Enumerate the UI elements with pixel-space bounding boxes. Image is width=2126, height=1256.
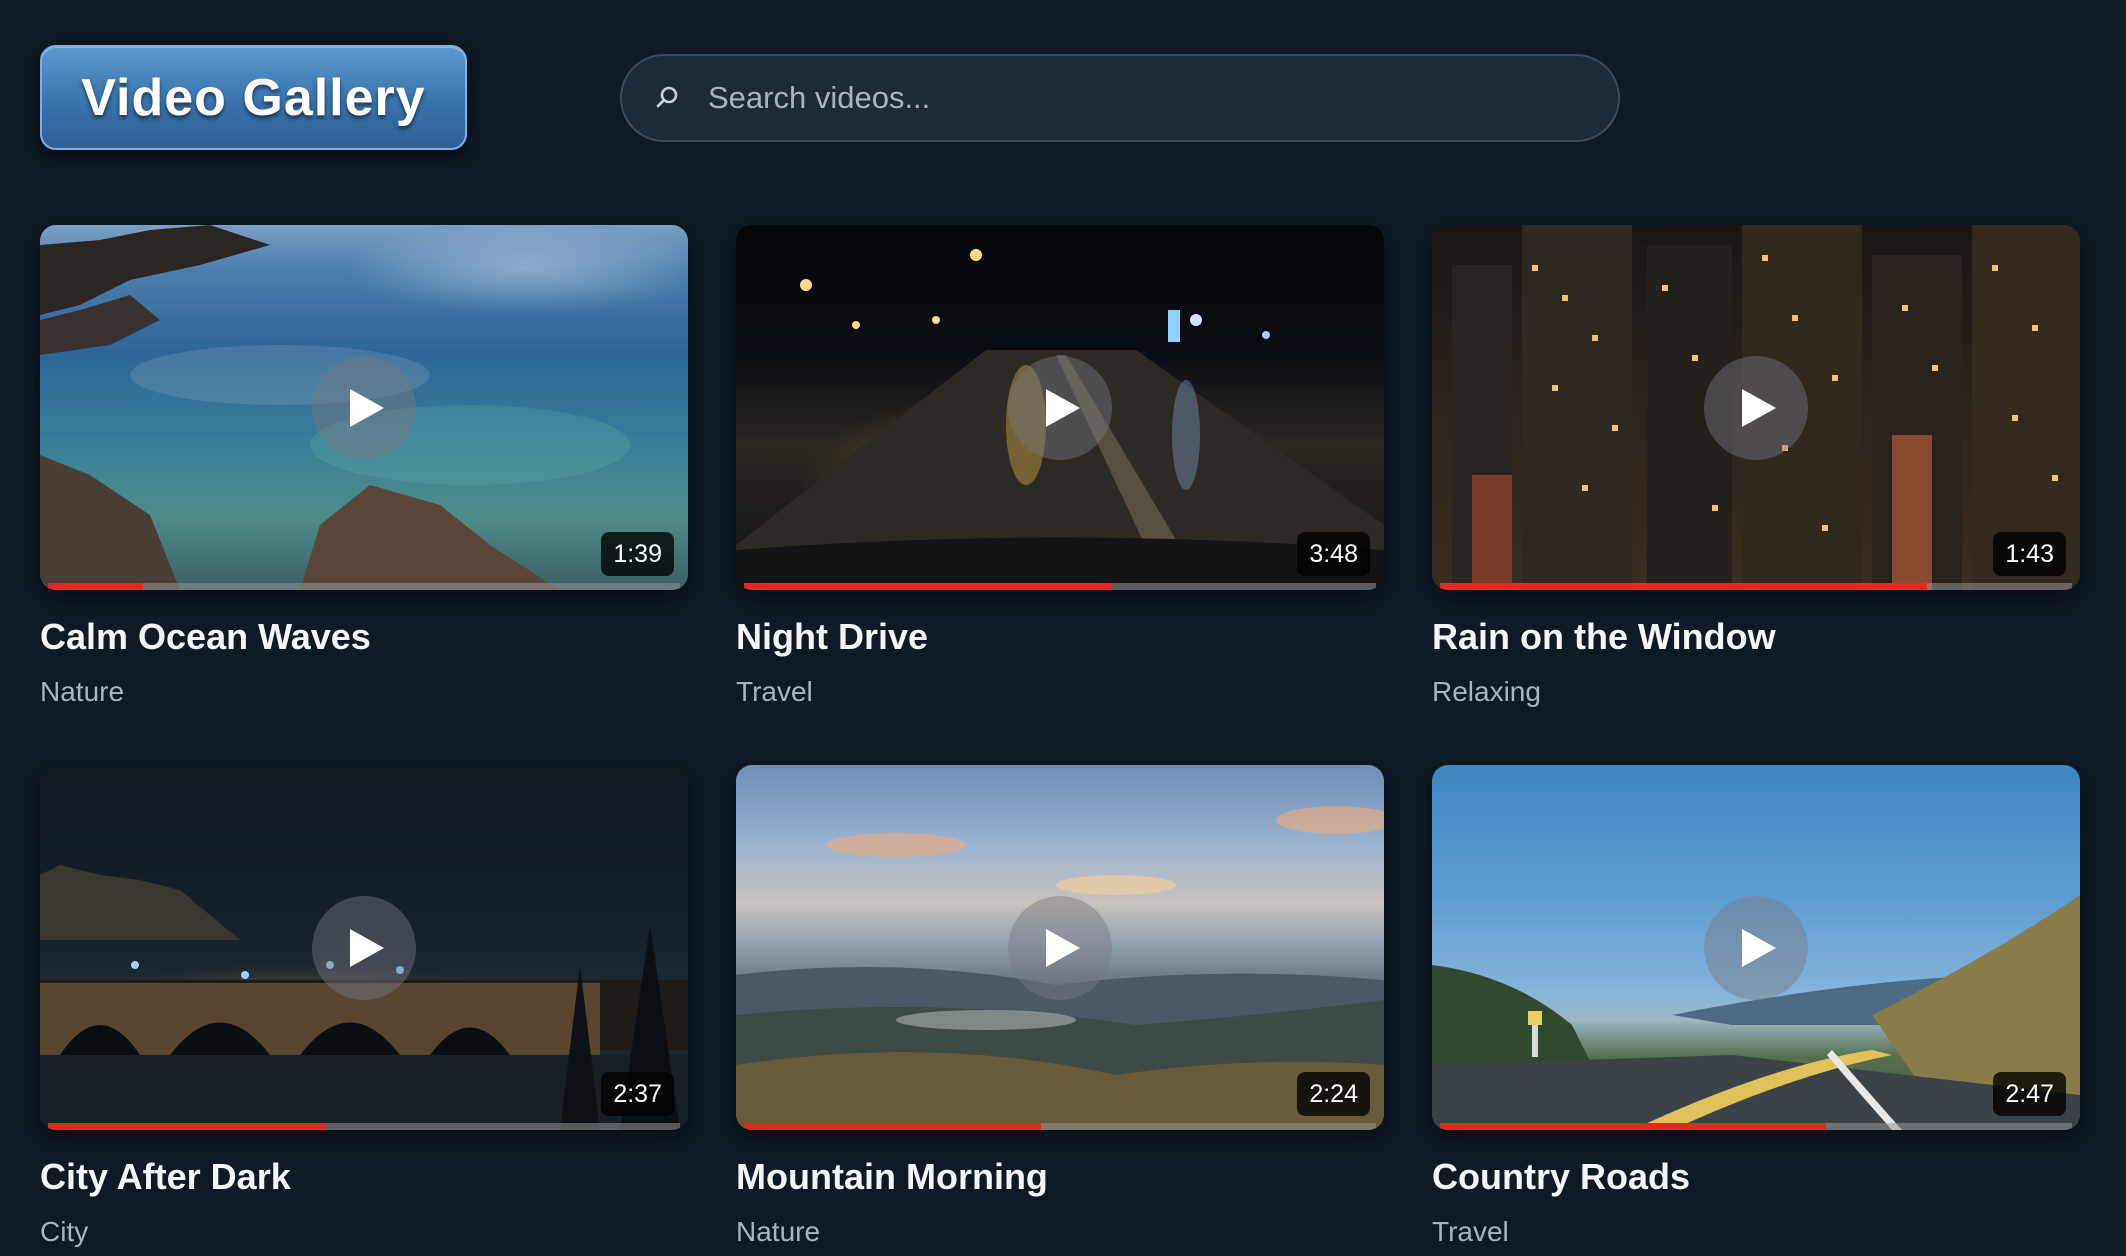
video-category: Nature xyxy=(736,1216,821,1247)
duration-badge: 1:39 xyxy=(601,532,674,576)
video-category: Nature xyxy=(40,676,125,707)
video-grid: 1:39 Calm Ocean Waves Nature 3:48 Night … xyxy=(40,225,2086,1248)
video-card[interactable]: 3:48 Night Drive Travel xyxy=(736,225,1384,708)
progress-fill xyxy=(744,583,1111,590)
video-thumbnail[interactable]: 2:37 xyxy=(40,765,688,1130)
progress-fill xyxy=(1440,1123,1826,1130)
video-category: City xyxy=(40,1216,89,1247)
duration-badge: 1:43 xyxy=(1993,532,2066,576)
play-icon[interactable] xyxy=(1008,895,1112,1000)
duration-badge: 2:24 xyxy=(1297,1072,1370,1116)
video-card[interactable]: 2:37 City After Dark City xyxy=(40,765,688,1248)
video-title[interactable]: Mountain Morning xyxy=(736,1156,1384,1198)
video-thumbnail[interactable]: 1:43 xyxy=(1432,225,2080,590)
search-icon xyxy=(654,84,682,112)
play-icon[interactable] xyxy=(312,895,416,1000)
progress-bar[interactable] xyxy=(744,1123,1376,1130)
progress-fill xyxy=(744,1123,1042,1130)
video-thumbnail[interactable]: 1:39 xyxy=(40,225,688,590)
progress-fill xyxy=(1440,583,1927,590)
progress-bar[interactable] xyxy=(1440,1123,2072,1130)
video-title[interactable]: Calm Ocean Waves xyxy=(40,616,688,658)
progress-fill xyxy=(48,583,143,590)
video-thumbnail[interactable]: 3:48 xyxy=(736,225,1384,590)
progress-bar[interactable] xyxy=(48,583,680,590)
play-icon[interactable] xyxy=(1008,355,1112,460)
progress-fill xyxy=(48,1123,327,1130)
duration-badge: 3:48 xyxy=(1297,532,1370,576)
video-title[interactable]: Night Drive xyxy=(736,616,1384,658)
duration-badge: 2:47 xyxy=(1993,1072,2066,1116)
page-title: Video Gallery xyxy=(81,68,426,127)
video-card[interactable]: 1:39 Calm Ocean Waves Nature xyxy=(40,225,688,708)
video-thumbnail[interactable]: 2:24 xyxy=(736,765,1384,1130)
video-category: Travel xyxy=(736,676,813,707)
video-title[interactable]: Country Roads xyxy=(1432,1156,2080,1198)
play-icon[interactable] xyxy=(312,355,416,460)
search-bar[interactable] xyxy=(620,53,1620,142)
video-title[interactable]: City After Dark xyxy=(40,1156,688,1198)
play-icon[interactable] xyxy=(1704,895,1808,1000)
video-category: Relaxing xyxy=(1432,676,1541,707)
search-input[interactable] xyxy=(708,67,1618,128)
play-icon[interactable] xyxy=(1704,355,1808,460)
video-card[interactable]: 1:43 Rain on the Window Relaxing xyxy=(1432,225,2080,708)
video-category: Travel xyxy=(1432,1216,1509,1247)
header: Video Gallery xyxy=(40,45,2086,150)
video-card[interactable]: 2:24 Mountain Morning Nature xyxy=(736,765,1384,1248)
video-thumbnail[interactable]: 2:47 xyxy=(1432,765,2080,1130)
video-title[interactable]: Rain on the Window xyxy=(1432,616,2080,658)
progress-bar[interactable] xyxy=(48,1123,680,1130)
progress-bar[interactable] xyxy=(744,583,1376,590)
video-card[interactable]: 2:47 Country Roads Travel xyxy=(1432,765,2080,1248)
duration-badge: 2:37 xyxy=(601,1072,674,1116)
gallery-title-badge: Video Gallery xyxy=(40,45,467,150)
video-gallery-page: Video Gallery Search videos... 1:39 Calm… xyxy=(0,0,2126,1256)
progress-bar[interactable] xyxy=(1440,583,2072,590)
